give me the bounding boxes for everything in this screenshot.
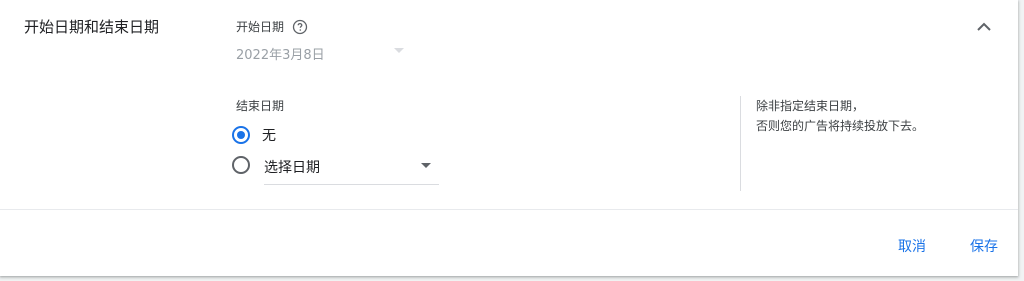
radio-button-checked[interactable]: [232, 126, 250, 144]
caret-down-icon: [421, 163, 431, 168]
end-date-label: 结束日期: [236, 99, 285, 113]
chevron-up-icon: [977, 22, 991, 31]
start-date-value: 2022年3月8日: [236, 48, 325, 63]
note-line-2: 否则您的广告将持续投放下去。: [756, 119, 925, 133]
vertical-divider: [740, 96, 741, 191]
help-circle-icon[interactable]: [292, 19, 308, 35]
caret-down-icon: [394, 48, 404, 53]
start-date-label-row: 开始日期: [236, 18, 308, 35]
radio-label: 无: [262, 128, 276, 144]
end-date-help-note: 除非指定结束日期， 否则您的广告将持续投放下去。: [756, 96, 924, 136]
save-button[interactable]: 保存: [970, 236, 998, 256]
end-date-option-choose[interactable]: [232, 156, 262, 174]
collapse-button[interactable]: [972, 14, 996, 38]
date-settings-card: 开始日期和结束日期 开始日期 2022年3月8日 结束日期 无 选择日期 除非指…: [0, 0, 1018, 276]
start-date-label: 开始日期: [236, 20, 285, 34]
footer-divider: [0, 209, 1018, 210]
radio-button-unchecked[interactable]: [232, 156, 250, 174]
end-date-select[interactable]: 选择日期: [264, 156, 439, 185]
end-date-option-none[interactable]: 无: [232, 125, 276, 145]
end-date-select-label: 选择日期: [264, 160, 320, 176]
note-line-1: 除非指定结束日期，: [756, 99, 865, 113]
cancel-button[interactable]: 取消: [898, 236, 926, 256]
section-title: 开始日期和结束日期: [24, 18, 160, 36]
